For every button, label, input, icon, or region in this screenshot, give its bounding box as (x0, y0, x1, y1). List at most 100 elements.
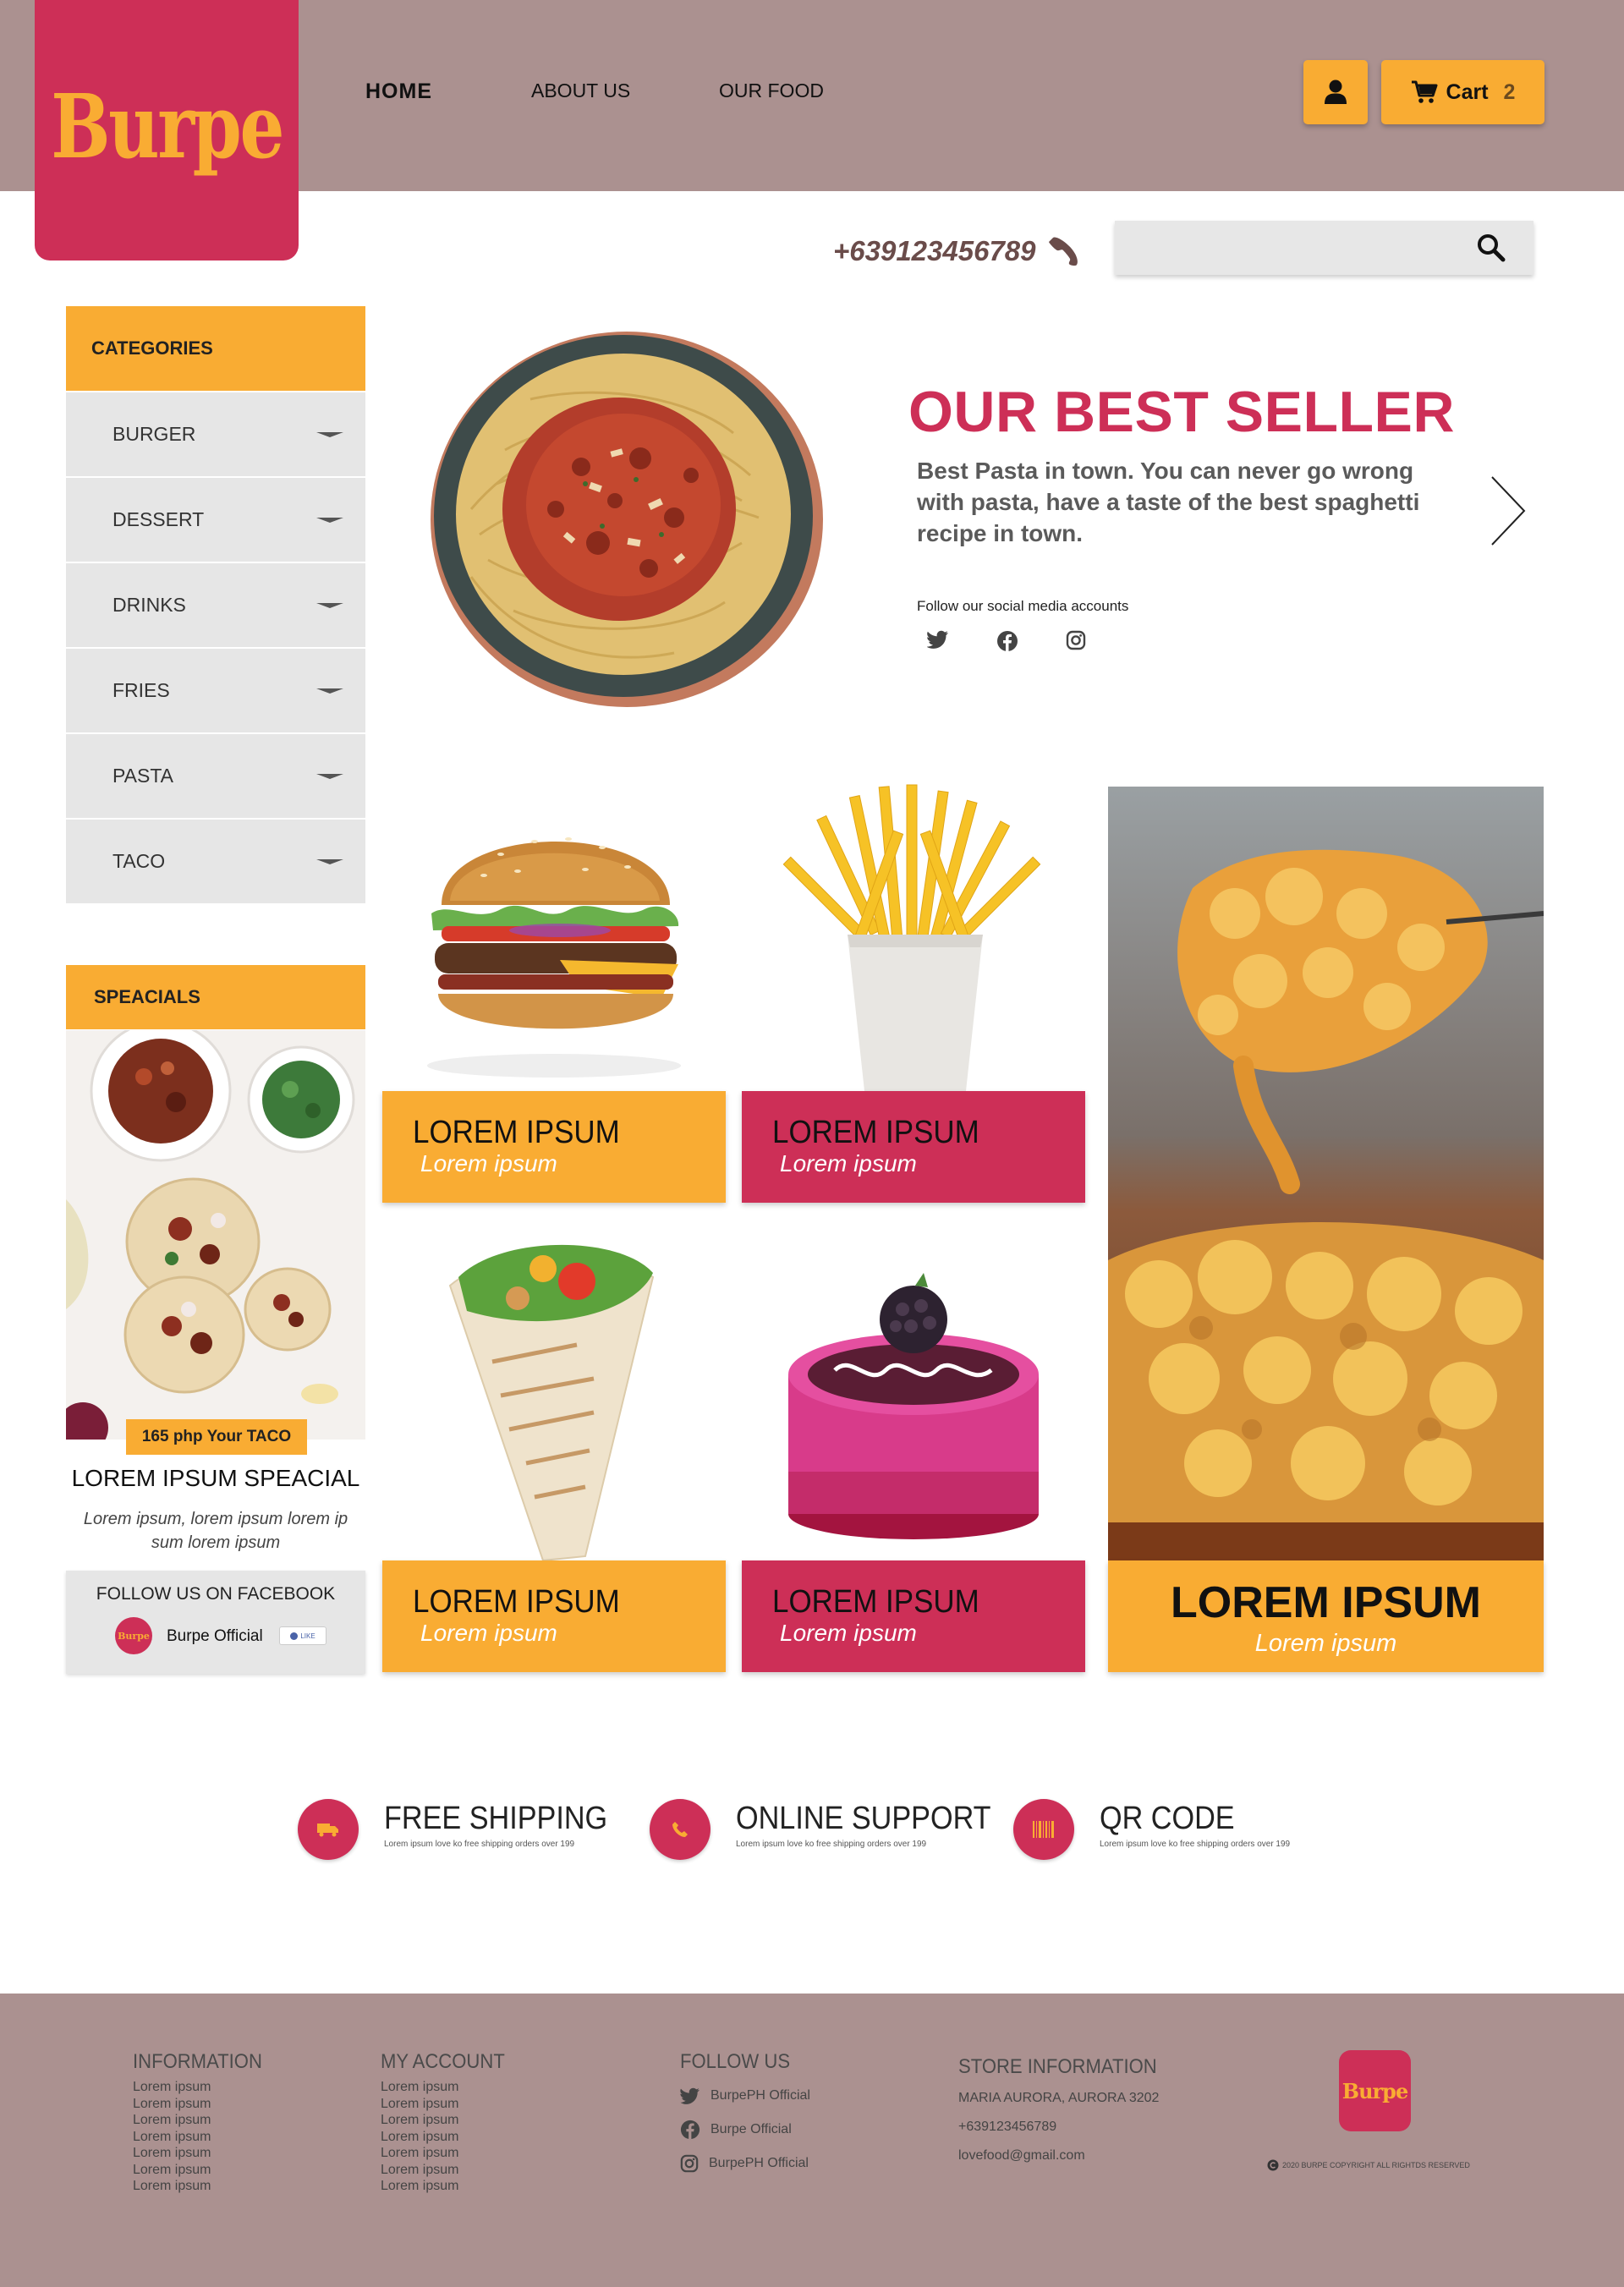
hero-social-links (927, 630, 1086, 652)
footer-link[interactable]: Lorem ipsum (381, 2145, 516, 2162)
product-card-cake[interactable]: LOREM IPSUM Lorem ipsum (742, 1218, 1085, 1672)
category-label: BURGER (112, 423, 196, 445)
facebook-icon (680, 2120, 700, 2140)
footer-link[interactable]: Lorem ipsum (133, 2129, 273, 2146)
product-title: LOREM IPSUM (772, 1584, 979, 1620)
category-label: DRINKS (112, 594, 186, 616)
twitter-icon (680, 2087, 700, 2104)
chevron-down-icon (316, 773, 343, 779)
nav-about-us[interactable]: ABOUT US (531, 80, 630, 102)
product-tile[interactable]: LOREM IPSUM Lorem ipsum (742, 1091, 1085, 1203)
footer-link[interactable]: Lorem ipsum (133, 2112, 273, 2129)
cart-icon (1411, 80, 1438, 103)
store-email[interactable]: lovefood@gmail.com (958, 2142, 1174, 2170)
footer-link[interactable]: Lorem ipsum (381, 2129, 516, 2146)
footer-link[interactable]: Lorem ipsum (133, 2079, 273, 2096)
product-title: LOREM IPSUM (413, 1584, 620, 1620)
product-tile[interactable]: LOREM IPSUM Lorem ipsum (382, 1560, 726, 1672)
category-item-drinks[interactable]: DRINKS (66, 563, 365, 649)
category-label: FRIES (112, 679, 170, 701)
category-item-fries[interactable]: FRIES (66, 649, 365, 734)
category-item-dessert[interactable]: DESSERT (66, 478, 365, 563)
twitter-icon[interactable] (927, 630, 949, 649)
chevron-down-icon (316, 688, 343, 694)
product-tile[interactable]: LOREM IPSUM Lorem ipsum (382, 1091, 726, 1203)
hero-follow-label: Follow our social media accounts (917, 598, 1129, 614)
specials-header: SPEACIALS (66, 965, 365, 1029)
footer-link[interactable]: Lorem ipsum (381, 2178, 516, 2195)
footer-follow-us: FOLLOW US BurpePH Official Burpe Officia… (680, 2050, 810, 2180)
instagram-icon[interactable] (1066, 630, 1086, 650)
avatar[interactable]: Burpe (115, 1617, 152, 1654)
footer-link[interactable]: Lorem ipsum (381, 2096, 516, 2113)
account-button[interactable] (1303, 60, 1368, 124)
feature-title: ONLINE SUPPORT (736, 1801, 991, 1836)
footer-column-title: STORE INFORMATION (958, 2055, 1157, 2078)
product-title: LOREM IPSUM (413, 1115, 620, 1150)
search-bar[interactable] (1115, 221, 1533, 275)
footer-logo[interactable]: Burpe (1339, 2050, 1411, 2131)
footer-twitter-link[interactable]: BurpePH Official (680, 2079, 810, 2113)
specials-item-title: LOREM IPSUM SPEACIAL (71, 1465, 360, 1491)
footer-store-information: STORE INFORMATION MARIA AURORA, AURORA 3… (958, 2055, 1174, 2170)
facebook-icon[interactable] (996, 630, 1018, 652)
footer-column-title: INFORMATION (133, 2050, 262, 2073)
cart-button[interactable]: Cart 2 (1381, 60, 1544, 124)
footer-link[interactable]: Lorem ipsum (133, 2096, 273, 2113)
product-tile[interactable]: LOREM IPSUM Lorem ipsum (742, 1560, 1085, 1672)
product-card-burger[interactable]: LOREM IPSUM Lorem ipsum (382, 787, 726, 1203)
product-title: LOREM IPSUM (1171, 1578, 1481, 1627)
phone-icon (650, 1799, 710, 1860)
footer-link[interactable]: Lorem ipsum (133, 2145, 273, 2162)
category-item-burger[interactable]: BURGER (66, 392, 365, 478)
feature-title: QR CODE (1100, 1801, 1235, 1836)
cart-label: Cart (1446, 80, 1489, 104)
product-subtitle: Lorem ipsum (1254, 1630, 1397, 1657)
product-title: LOREM IPSUM (772, 1115, 979, 1150)
footer-facebook-label: Burpe Official (710, 2122, 792, 2136)
footer-link[interactable]: Lorem ipsum (381, 2112, 516, 2129)
contact-phone[interactable]: +639123456789 (833, 235, 1080, 267)
cake-image (742, 1218, 1085, 1560)
product-tile-featured[interactable]: LOREM IPSUM Lorem ipsum (1108, 1560, 1544, 1672)
search-input[interactable] (1115, 221, 1470, 275)
fries-image (742, 778, 1085, 1091)
pasta-illustration (431, 332, 823, 707)
footer-twitter-label: BurpePH Official (710, 2088, 810, 2103)
category-item-taco[interactable]: TACO (66, 820, 365, 905)
product-card-mac-and-cheese-image[interactable] (1108, 787, 1544, 1560)
facebook-page-name[interactable]: Burpe Official (167, 1627, 263, 1646)
footer-link[interactable]: Lorem ipsum (381, 2079, 516, 2096)
chevron-down-icon (316, 858, 343, 864)
footer-link[interactable]: Lorem ipsum (133, 2162, 273, 2179)
mac-and-cheese-illustration (1108, 787, 1544, 1560)
category-label: TACO (112, 850, 166, 872)
footer-column-title: FOLLOW US (680, 2050, 791, 2073)
hero-description: Best Pasta in town. You can never go wro… (917, 458, 1420, 546)
search-icon[interactable] (1476, 233, 1506, 263)
user-icon (1325, 80, 1347, 104)
carousel-next-arrow-icon[interactable] (1489, 475, 1528, 546)
logo[interactable]: Burpe (35, 0, 299, 261)
chevron-down-icon (316, 517, 343, 523)
store-phone[interactable]: +639123456789 (958, 2113, 1174, 2142)
hero-title: OUR BEST SELLER (908, 380, 1455, 444)
truck-icon (298, 1799, 359, 1860)
product-subtitle: Lorem ipsum (780, 1150, 917, 1176)
facebook-like-button[interactable]: LIKE (279, 1626, 326, 1645)
facebook-widget-title: FOLLOW US ON FACEBOOK (96, 1584, 336, 1604)
footer-facebook-link[interactable]: Burpe Official (680, 2113, 810, 2147)
feature-subtitle: Lorem ipsum love ko free shipping orders… (384, 1840, 575, 1849)
product-card-fries[interactable]: LOREM IPSUM Lorem ipsum (742, 778, 1085, 1203)
footer-link[interactable]: Lorem ipsum (133, 2178, 273, 2195)
nav-home[interactable]: HOME (365, 80, 432, 104)
footer-column-title: MY ACCOUNT (381, 2050, 505, 2073)
specials-taco-image[interactable] (66, 1030, 365, 1440)
footer-link[interactable]: Lorem ipsum (381, 2162, 516, 2179)
category-item-pasta[interactable]: PASTA (66, 734, 365, 820)
feature-free-shipping: FREE SHIPPING Lorem ipsum love ko free s… (298, 1797, 619, 1862)
footer-instagram-link[interactable]: BurpePH Official (680, 2147, 810, 2180)
burger-image (382, 787, 726, 1091)
product-card-wrap[interactable]: LOREM IPSUM Lorem ipsum (382, 1218, 726, 1672)
nav-our-food[interactable]: OUR FOOD (719, 80, 824, 102)
